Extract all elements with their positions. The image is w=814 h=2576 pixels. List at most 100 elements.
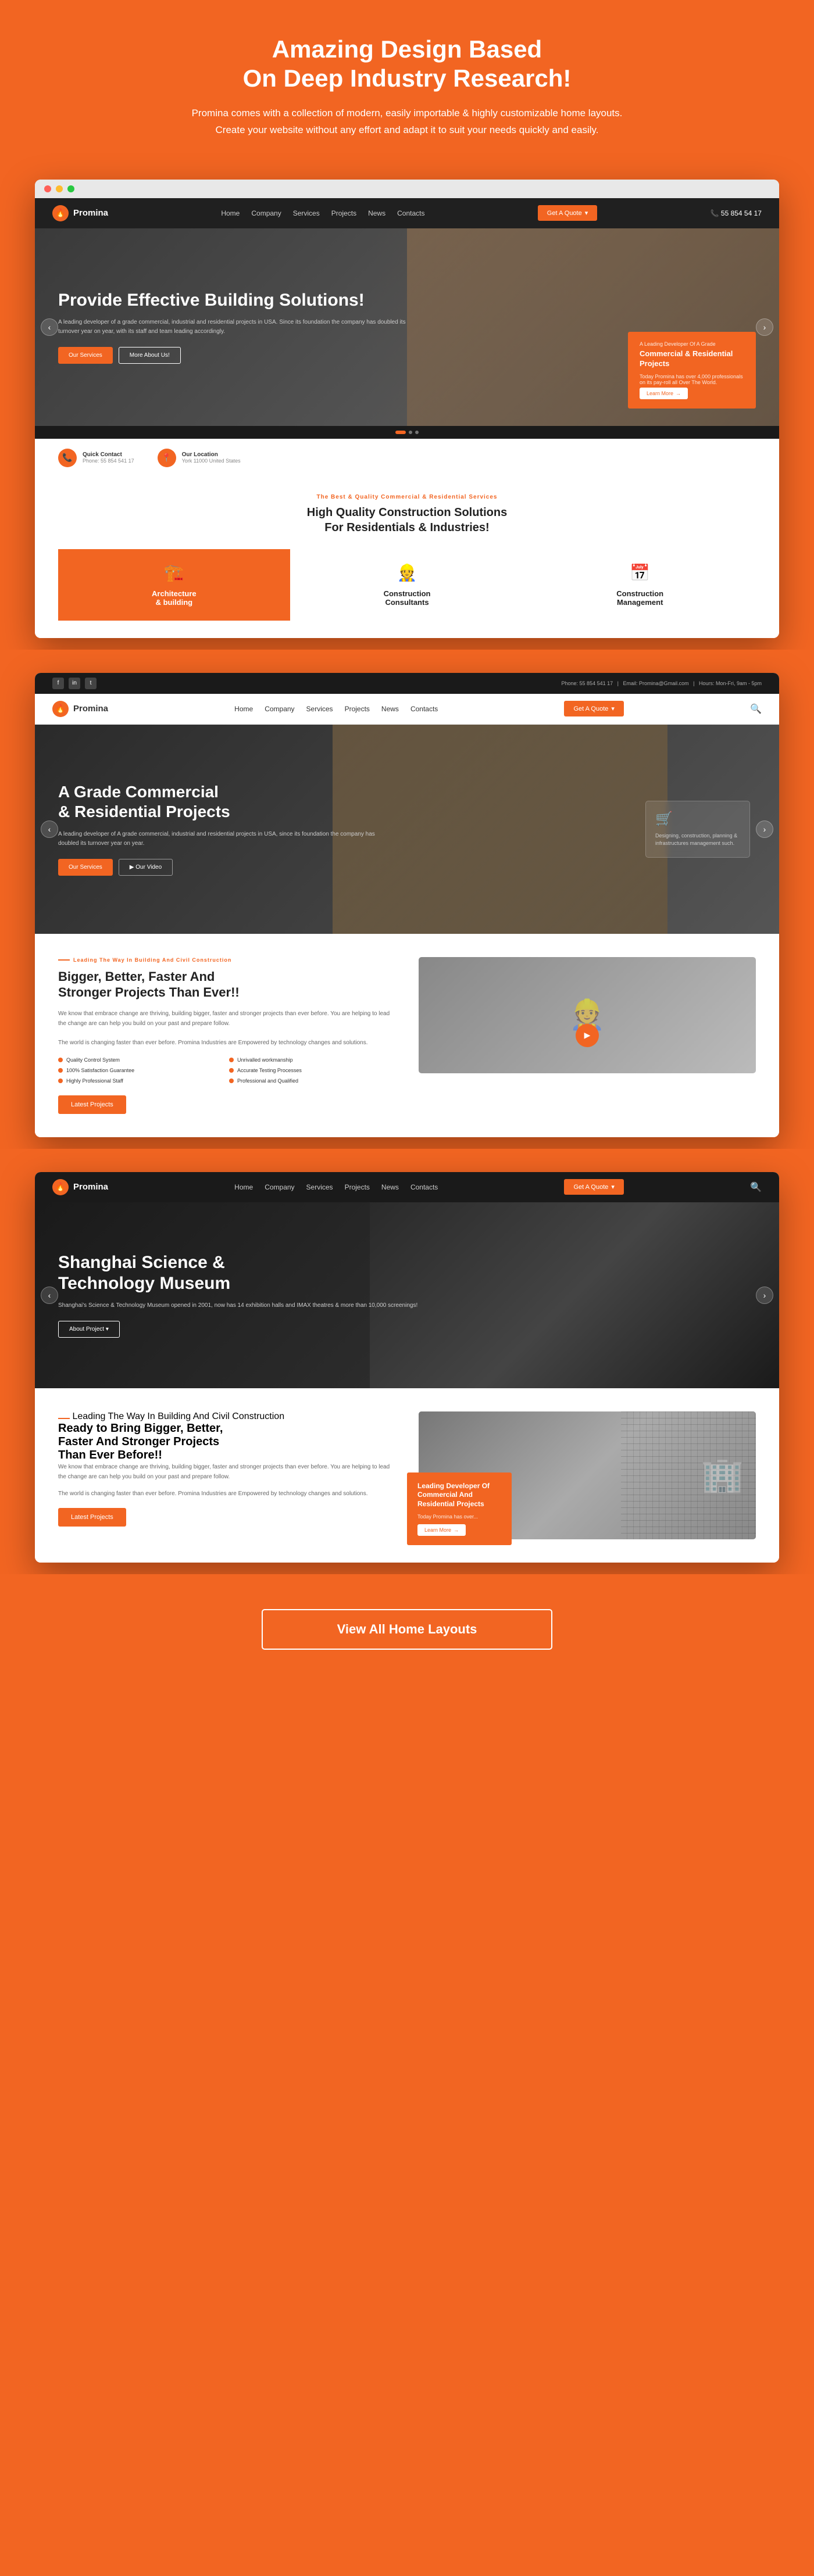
layout3-browser-mockup: 🔥 Promina Home Company Services Projects… [35,1172,779,1563]
nav2-home[interactable]: Home [234,705,253,713]
logo2-text: Promina [73,704,108,714]
layout2-services-button[interactable]: Our Services [58,859,113,876]
layout3-eyebrow-text: Leading The Way In Building And Civil Co… [72,1411,284,1421]
nav2-news[interactable]: News [381,705,399,713]
service-card-management[interactable]: 📅 ConstructionManagement [524,549,756,621]
feature-unrivalled-label: Unrivalled workmanship [237,1057,293,1063]
chevron-down-icon: ▾ [585,209,588,217]
hero-heading: Provide Effective Building Solutions! [58,290,421,311]
service-card-architecture[interactable]: 🏗️ Architecture& building [58,549,290,621]
layout3-hero-content: Shanghai Science & Technology Museum Sha… [35,1252,441,1338]
get-quote2-button[interactable]: Get A Quote ▾ [564,701,623,716]
nav-link-home[interactable]: Home [221,209,240,217]
facebook-icon[interactable]: f [52,678,64,689]
about-project-button[interactable]: About Project ▾ [58,1321,120,1338]
logo2: 🔥 Promina [52,701,108,717]
nav-link-company[interactable]: Company [251,209,281,217]
architecture-icon: 🏗️ [70,563,279,582]
layout1-hero: ‹ Provide Effective Building Solutions! … [35,228,779,426]
layout2-description2: The world is changing faster than ever b… [58,1038,395,1048]
feature-professional-label: Highly Professional Staff [66,1078,123,1084]
layout1-hero-content: Provide Effective Building Solutions! A … [35,290,444,364]
instagram-icon[interactable]: in [69,678,80,689]
top-hero-section: Amazing Design Based On Deep Industry Re… [0,0,814,168]
get-quote2-label: Get A Quote [573,705,608,712]
twitter-icon[interactable]: t [85,678,97,689]
hero-next-button[interactable]: › [756,318,773,336]
layout1-navbar: 🔥 Promina Home Company Services Projects… [35,198,779,228]
get-quote-button[interactable]: Get A Quote ▾ [538,205,597,221]
search-icon[interactable]: 🔍 [750,703,762,715]
phone-icon: 📞 [58,449,77,467]
slider-dot-3[interactable] [415,431,419,434]
card-title: Commercial & Residential Projects [640,349,744,369]
play-video-button[interactable]: ▶ [576,1024,599,1047]
layout3-content-title: Ready to Bring Bigger, Better, Faster An… [58,1422,395,1462]
layout-gap-1 [0,650,814,673]
hero-prev-button[interactable]: ‹ [41,318,58,336]
construction-image: 👷 [419,957,756,1073]
slider-dot-1[interactable] [395,431,406,434]
layout3-description1: We know that embrace change are thriving… [58,1462,395,1482]
overlay-learn-label: Learn More [424,1527,451,1533]
latest-projects-button[interactable]: Latest Projects [58,1095,126,1114]
feature-list: Quality Control System Unrivalled workma… [58,1057,395,1084]
nav3-company[interactable]: Company [265,1183,294,1191]
overlay-learn-more-button[interactable]: Learn More → [417,1524,466,1536]
logo2-icon: 🔥 [52,701,69,717]
feature-satisfaction: 100% Satisfaction Guarantee [58,1067,224,1073]
view-all-home-layouts-button[interactable]: View All Home Layouts [262,1609,552,1650]
feature-unrivalled: Unrivalled workmanship [229,1057,395,1063]
layout2-right-content: 👷 ▶ [419,957,756,1114]
nav2-company[interactable]: Company [265,705,294,713]
social-icons: f in t [52,678,97,689]
layout2-left-content: Leading The Way In Building And Civil Co… [58,957,395,1114]
slider-dot-2[interactable] [409,431,412,434]
service-label-management: ConstructionManagement [535,589,744,607]
topbar-phone: Phone: 55 854 541 17 [562,680,613,686]
our-services-button[interactable]: Our Services [58,347,113,364]
more-about-button[interactable]: More About Us! [119,347,181,364]
layout2-content-title: Bigger, Better, Faster And Stronger Proj… [58,969,395,1001]
search3-icon[interactable]: 🔍 [750,1181,762,1193]
feature-dot-2 [229,1058,234,1062]
chevron-down2-icon: ▾ [611,705,615,712]
layout3-next-button[interactable]: › [756,1287,773,1304]
nav-link-services[interactable]: Services [293,209,320,217]
nav-link-projects[interactable]: Projects [331,209,356,217]
layout2-video-button[interactable]: ▶ Our Video [119,859,173,876]
nav2-contacts[interactable]: Contacts [410,705,438,713]
layout3-hero: ‹ Shanghai Science & Technology Museum S… [35,1202,779,1388]
layout3-prev-button[interactable]: ‹ [41,1287,58,1304]
nav3-home[interactable]: Home [234,1183,253,1191]
browser-dot-yellow [56,185,63,192]
nav-link-contacts[interactable]: Contacts [397,209,424,217]
layout2-prev-button[interactable]: ‹ [41,821,58,838]
chevron-down3-icon: ▾ [611,1183,615,1191]
phone-icon: 📞 [711,209,719,217]
overlay-arrow-icon: → [454,1527,459,1533]
quick-contact-text: Quick Contact Phone: 55 854 541 17 [83,452,134,464]
nav3-news[interactable]: News [381,1183,399,1191]
layout3-latest-projects-button[interactable]: Latest Projects [58,1508,126,1527]
browser-dot-green [67,185,74,192]
management-icon: 📅 [535,563,744,582]
nav3-contacts[interactable]: Contacts [410,1183,438,1191]
our-video-label: Our Video [135,864,162,870]
card-description: Today Promina has over 4,000 professiona… [640,374,744,385]
learn-more-button[interactable]: Learn More → [640,388,688,399]
chevron-btn-icon: ▾ [106,1326,109,1332]
nav2-services[interactable]: Services [306,705,333,713]
nav2-projects[interactable]: Projects [345,705,370,713]
feature-dot-6 [229,1079,234,1083]
nav3-services[interactable]: Services [306,1183,333,1191]
layout3-description2: The world is changing faster than ever b… [58,1489,395,1499]
nav3-projects[interactable]: Projects [345,1183,370,1191]
hero-title: Amazing Design Based On Deep Industry Re… [116,35,698,94]
service-card-consultants[interactable]: 👷 ConstructionConsultants [291,549,523,621]
nav-link-news[interactable]: News [368,209,385,217]
get-quote3-button[interactable]: Get A Quote ▾ [564,1179,623,1195]
layout2-next-button[interactable]: › [756,821,773,838]
quick-contact-phone: Phone: 55 854 541 17 [83,458,134,464]
layout3-hero-paragraph: Shanghai's Science & Technology Museum o… [58,1301,417,1310]
